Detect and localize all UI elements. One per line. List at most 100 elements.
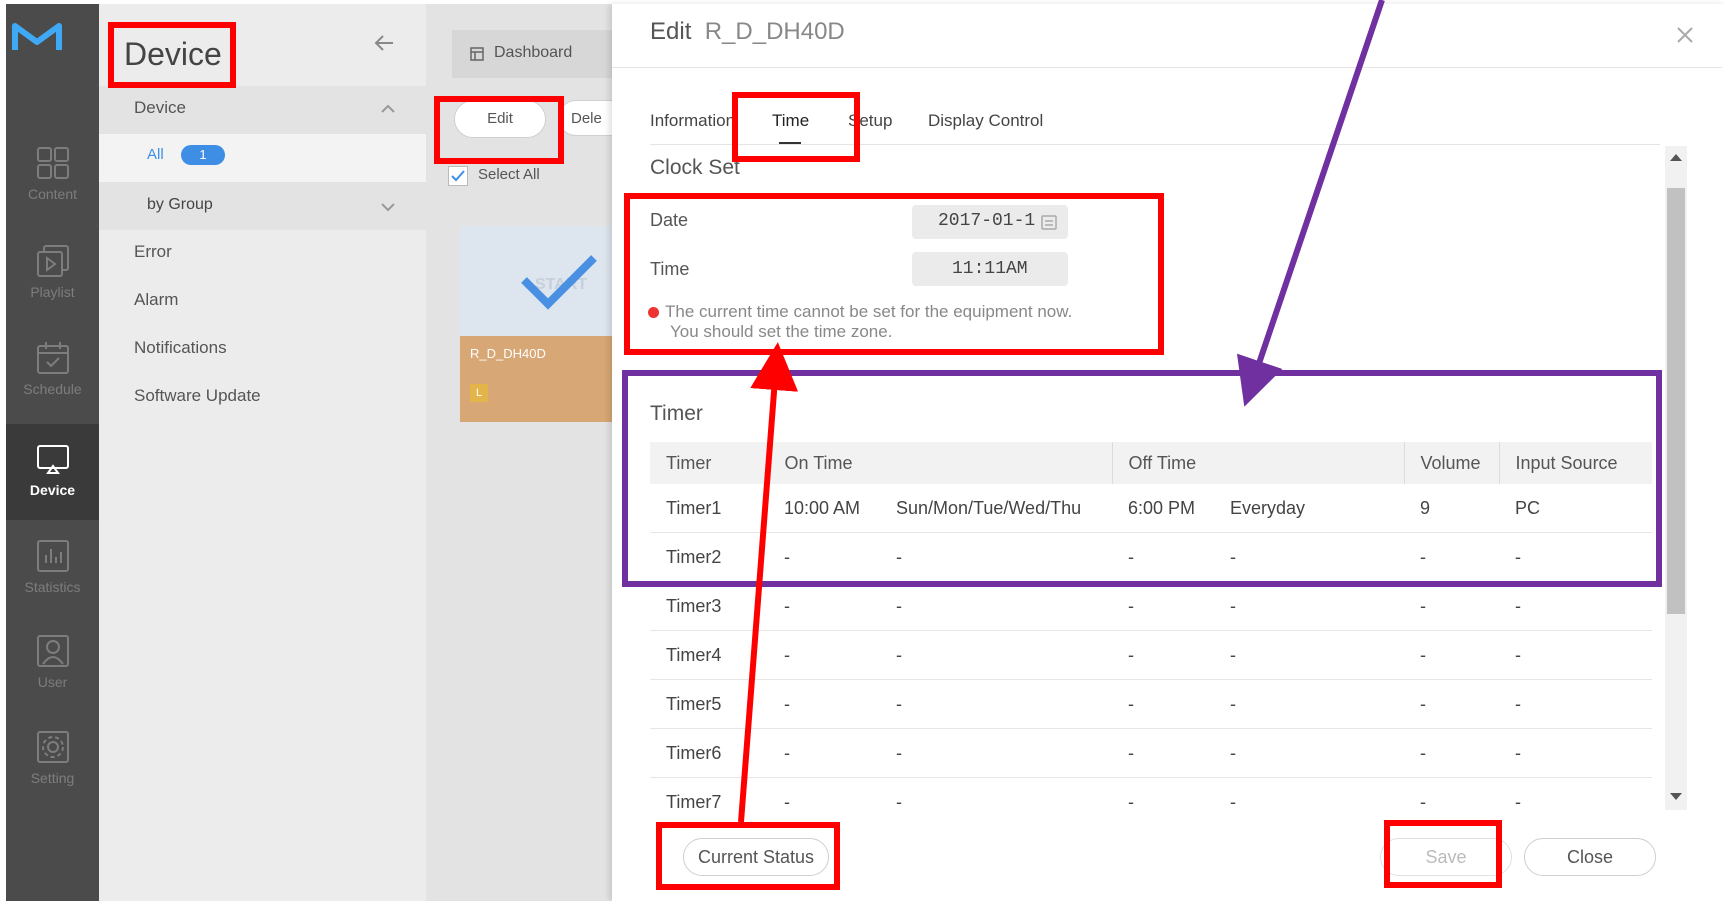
rail-label-playlist: Playlist	[30, 284, 75, 300]
nav-section-device[interactable]: Device	[99, 86, 426, 134]
cell-off-days: Everyday	[1214, 484, 1404, 533]
cell-input-source: -	[1499, 728, 1652, 778]
cell-off-time: 6:00 PM	[1112, 484, 1214, 533]
dashboard-icon	[470, 47, 484, 61]
nav-item-alarm-label: Alarm	[134, 290, 179, 309]
current-status-button[interactable]: Current Status	[683, 838, 829, 876]
magicinfo-logo	[12, 23, 62, 50]
cell-off-days: -	[1214, 532, 1404, 582]
tab-setup[interactable]: Setup	[848, 111, 892, 131]
cell-on-days: -	[880, 728, 1112, 778]
table-row[interactable]: Timer5 - - - - - -	[650, 679, 1652, 729]
table-row[interactable]: Timer2 - - - - - -	[650, 532, 1652, 582]
rail-item-device[interactable]: Device	[6, 424, 99, 520]
cell-off-time: -	[1112, 630, 1214, 680]
tab-time[interactable]: Time	[772, 111, 809, 131]
chevron-up-icon	[381, 104, 395, 113]
scroll-up-arrow-icon[interactable]	[1669, 152, 1683, 162]
close-button[interactable]: Close	[1524, 838, 1656, 876]
cell-off-days: -	[1214, 630, 1404, 680]
nav-item-notifications[interactable]: Notifications	[99, 326, 426, 374]
cell-on-time: -	[768, 630, 880, 680]
cell-timer: Timer3	[650, 581, 768, 631]
cell-timer: Timer4	[650, 630, 768, 680]
select-all-checkbox[interactable]	[448, 166, 468, 186]
rail-label-user: User	[37, 674, 68, 690]
content-icon	[36, 147, 69, 179]
icon-rail: Content Playlist Schedule Device Statist…	[6, 4, 99, 901]
device-card[interactable]: START R_D_DH40D L	[460, 226, 612, 422]
time-label: Time	[650, 259, 690, 279]
tabs-divider	[650, 144, 1660, 145]
edit-button[interactable]: Edit	[454, 100, 546, 138]
date-field[interactable]: 2017-01-1	[912, 205, 1068, 239]
table-row[interactable]: Timer1 10:00 AM Sun/Mon/Tue/Wed/Thu 6:00…	[650, 484, 1652, 533]
timer-table: Timer On Time Off Time Volume Input Sour…	[650, 442, 1652, 827]
cell-off-time: -	[1112, 581, 1214, 631]
clock-set-heading: Clock Set	[650, 156, 740, 179]
nav-item-by-group[interactable]: by Group	[99, 182, 426, 230]
cell-on-time: -	[768, 728, 880, 778]
cell-on-days: -	[880, 581, 1112, 631]
nav-item-software-update[interactable]: Software Update	[99, 374, 426, 422]
cell-input-source: PC	[1499, 484, 1652, 533]
rail-item-schedule[interactable]: Schedule	[6, 341, 99, 413]
col-header-input-source: Input Source	[1499, 442, 1652, 484]
cell-on-days: -	[880, 630, 1112, 680]
cell-input-source: -	[1499, 581, 1652, 631]
cell-off-days: -	[1214, 679, 1404, 729]
nav-item-error[interactable]: Error	[99, 230, 426, 278]
time-field[interactable]: 11:11AM	[912, 252, 1068, 286]
chevron-down-icon	[381, 203, 395, 212]
cell-off-days: -	[1214, 581, 1404, 631]
close-icon[interactable]	[1676, 26, 1694, 44]
cell-on-time: -	[768, 581, 880, 631]
cell-off-time: -	[1112, 679, 1214, 729]
warning-icon	[648, 307, 659, 319]
rail-label-setting: Setting	[30, 770, 75, 786]
table-row[interactable]: Timer3 - - - - - -	[650, 581, 1652, 631]
calendar-icon[interactable]	[1040, 213, 1058, 231]
cell-timer: Timer2	[650, 532, 768, 582]
nav-item-software-update-label: Software Update	[134, 386, 261, 405]
timer-table-header: Timer On Time Off Time Volume Input Sour…	[650, 442, 1652, 484]
checkmark-icon	[451, 170, 465, 182]
date-label: Date	[650, 210, 689, 230]
device-card-name: R_D_DH40D	[470, 346, 546, 361]
scrollbar-thumb[interactable]	[1667, 188, 1685, 614]
dialog-title-device: R_D_DH40D	[704, 18, 845, 45]
cell-on-time: -	[768, 679, 880, 729]
warning-line-1: The current time cannot be set for the e…	[665, 302, 1073, 321]
tab-display-control[interactable]: Display Control	[928, 111, 1043, 131]
cell-on-days: -	[880, 532, 1112, 582]
cell-timer: Timer1	[650, 484, 768, 533]
cell-on-days: -	[880, 679, 1112, 729]
user-icon	[36, 635, 69, 667]
count-badge: 1	[181, 145, 225, 165]
table-row[interactable]: Timer6 - - - - - -	[650, 728, 1652, 778]
dashboard-button[interactable]: Dashboard	[452, 30, 612, 78]
cell-timer: Timer5	[650, 679, 768, 729]
cell-volume: -	[1404, 728, 1499, 778]
tab-information[interactable]: Information	[650, 111, 735, 131]
rail-item-statistics[interactable]: Statistics	[6, 539, 99, 611]
scroll-down-arrow-icon[interactable]	[1669, 792, 1683, 802]
cell-volume: -	[1404, 581, 1499, 631]
nav-item-all-label: All	[147, 146, 164, 163]
collapse-arrow-icon[interactable]	[373, 34, 395, 52]
nav-item-notifications-label: Notifications	[134, 338, 227, 357]
device-icon	[36, 445, 69, 474]
table-row[interactable]: Timer4 - - - - - -	[650, 630, 1652, 680]
rail-label-statistics: Statistics	[24, 579, 81, 595]
save-button[interactable]: Save	[1380, 838, 1512, 876]
nav-item-all[interactable]: All 1	[99, 134, 426, 182]
nav-item-error-label: Error	[134, 242, 172, 261]
rail-item-content[interactable]: Content	[6, 146, 99, 218]
col-header-on-time: On Time	[768, 442, 1113, 484]
rail-label-content: Content	[27, 186, 78, 202]
cell-on-time: -	[768, 532, 880, 582]
rail-item-setting[interactable]: Setting	[6, 730, 99, 802]
rail-item-playlist[interactable]: Playlist	[6, 244, 99, 316]
nav-item-alarm[interactable]: Alarm	[99, 278, 426, 326]
rail-item-user[interactable]: User	[6, 634, 99, 706]
